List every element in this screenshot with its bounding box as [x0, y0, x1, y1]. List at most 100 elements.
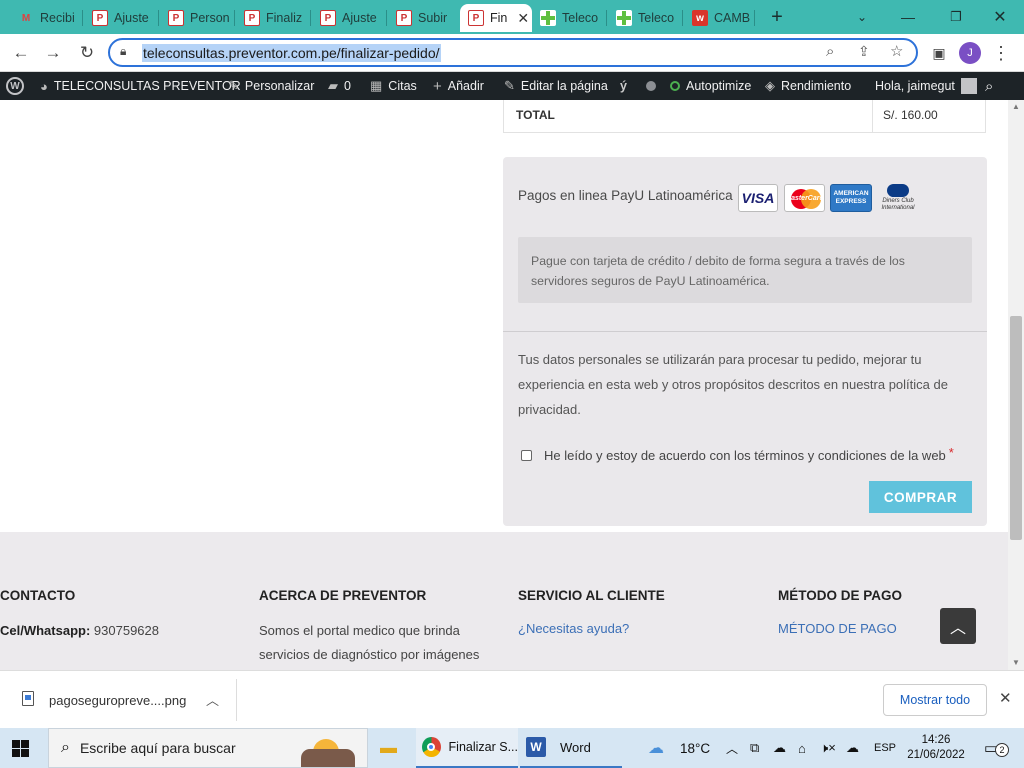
rocket-icon: ◈ — [765, 78, 775, 93]
tab-preventor-3[interactable]: P Finaliz — [236, 4, 308, 32]
browser-toolbar: ← → ↻ 🔒︎ teleconsultas.preventor.com.pe/… — [0, 34, 1024, 72]
tab-camb[interactable]: w CAMB — [684, 4, 750, 32]
payment-method-title[interactable]: Pagos en linea PayU Latinoamérica — [518, 188, 733, 203]
back-icon[interactable]: ← — [8, 40, 34, 66]
taskbar-search-box[interactable]: ⌕ Escribe aquí para buscar — [48, 728, 368, 768]
payment-method-link[interactable]: MÉTODO DE PAGO — [778, 621, 902, 636]
tab-label: Teleco — [562, 11, 599, 25]
preventor-icon: P — [92, 10, 108, 26]
customize-link[interactable]: ✎ Personalizar — [228, 72, 314, 100]
scroll-down-arrow-icon[interactable]: ▼ — [1012, 658, 1020, 667]
tab-active-finalizar[interactable]: P Fin ✕ — [460, 4, 532, 32]
chevron-up-icon[interactable]: ︿ — [206, 690, 219, 709]
buy-button[interactable]: COMPRAR — [869, 481, 972, 513]
tab-preventor-4[interactable]: P Ajuste — [312, 4, 384, 32]
close-downloads-icon[interactable]: ✕ — [999, 689, 1012, 707]
close-window-icon[interactable]: ✕ — [988, 6, 1012, 28]
tab-label: Ajuste — [342, 11, 377, 25]
tab-gmail[interactable]: M Recibi — [10, 4, 80, 32]
new-tab-button[interactable]: + — [765, 6, 789, 28]
tab-search-icon[interactable]: ⌄ — [850, 6, 874, 28]
footer-about: ACERCA DE PREVENTOR Somos el portal medi… — [259, 588, 479, 667]
restore-icon[interactable]: ❐ — [944, 6, 968, 28]
url-text[interactable]: teleconsultas.preventor.com.pe/finalizar… — [142, 44, 441, 62]
performance-link[interactable]: ◈ Rendimiento — [765, 72, 851, 100]
close-tab-icon[interactable]: ✕ — [517, 10, 529, 27]
payment-heading: MÉTODO DE PAGO — [778, 588, 903, 603]
back-to-top-button[interactable]: ︿ — [940, 608, 976, 644]
tab-teleco-2[interactable]: Teleco — [608, 4, 680, 32]
weather-temperature[interactable]: 18°C — [680, 728, 710, 768]
network-icon[interactable]: ⌂ — [798, 728, 806, 768]
order-total-row: TOTAL S/. 160.00 — [503, 100, 986, 133]
profile-avatar[interactable]: J — [959, 42, 981, 64]
preventor-icon: P — [244, 10, 260, 26]
scrollbar-thumb[interactable] — [1010, 316, 1022, 540]
notifications-icon[interactable]: ▭ 2 — [984, 728, 1009, 768]
tab-preventor-2[interactable]: P Person — [160, 4, 232, 32]
footer-contact: CONTACTO Cel/Whatsapp: 930759628 — [0, 588, 159, 643]
lock-icon[interactable]: 🔒︎ — [120, 44, 126, 59]
preventor-icon: P — [396, 10, 412, 26]
language-indicator[interactable]: ESP — [874, 728, 896, 768]
word-window-label: Word — [560, 739, 591, 755]
side-panel-icon[interactable]: ▣ — [926, 40, 952, 66]
terms-checkbox[interactable] — [521, 450, 532, 461]
diners-club-icon: Diners Club International — [878, 184, 918, 212]
taskbar-word-app[interactable]: W Word — [520, 728, 622, 768]
zoom-icon[interactable]: ⌕ — [826, 43, 834, 60]
clock[interactable]: 14:26 21/06/2022 — [906, 728, 966, 768]
site-name-link[interactable]: ◕ TELECONSULTAS PREVENTOR — [40, 72, 241, 100]
meet-now-icon[interactable]: ⧉ — [750, 728, 759, 768]
menu-kebab-icon[interactable]: ⋮ — [988, 40, 1014, 66]
tab-label: Ajuste — [114, 11, 149, 25]
footer-service: SERVICIO AL CLIENTE ¿Necesitas ayuda? — [518, 588, 665, 636]
wp-admin-bar: W ◕ TELECONSULTAS PREVENTOR ✎ Personaliz… — [0, 72, 1024, 100]
admin-search-icon[interactable]: ⌕ — [985, 72, 993, 100]
clock-date: 21/06/2022 — [907, 749, 965, 761]
appointments-link[interactable]: ▦ Citas — [370, 72, 417, 100]
divider — [236, 679, 237, 721]
forward-icon[interactable]: → — [40, 40, 66, 66]
autoptimize-link[interactable]: Autoptimize — [670, 72, 751, 100]
required-mark: * — [948, 445, 954, 460]
share-icon[interactable]: ⇪ — [858, 43, 870, 60]
chrome-window-label: Finalizar S... — [448, 740, 518, 754]
plus-icon: + — [433, 77, 442, 95]
preventor-icon: P — [168, 10, 184, 26]
tab-preventor-5[interactable]: P Subir — [388, 4, 456, 32]
reload-icon[interactable]: ↻ — [74, 40, 100, 66]
terms-label[interactable]: He leído y estoy de acuerdo con los térm… — [544, 448, 946, 463]
tab-preventor-1[interactable]: P Ajuste — [84, 4, 156, 32]
help-link[interactable]: ¿Necesitas ayuda? — [518, 621, 665, 636]
about-text-line-2: servicios de diagnóstico por imágenes — [259, 647, 480, 662]
sync-cloud-icon[interactable]: ☁ — [846, 728, 859, 768]
yoast-icon[interactable]: ý — [620, 72, 627, 100]
bookmark-star-icon[interactable]: ☆ — [890, 42, 903, 60]
status-dot-icon[interactable] — [646, 72, 656, 100]
speaker-muted-icon[interactable]: 🕨︎× — [820, 728, 836, 768]
onedrive-cloud-icon[interactable]: ☁ — [773, 728, 786, 768]
weather-cloud-icon[interactable]: ☁ — [648, 728, 664, 768]
page-scrollbar[interactable]: ▲ ▼ — [1008, 100, 1024, 670]
minimize-icon[interactable]: — — [896, 6, 920, 28]
comment-bubble-icon: ▰ — [328, 78, 338, 93]
windows-start-icon[interactable] — [12, 728, 29, 768]
edit-page-link[interactable]: ✎ Editar la página — [504, 72, 608, 100]
pencil-icon: ✎ — [504, 78, 515, 93]
comments-link[interactable]: ▰ 0 — [328, 72, 351, 100]
total-label: TOTAL — [516, 108, 555, 122]
address-bar[interactable]: 🔒︎ teleconsultas.preventor.com.pe/finali… — [108, 38, 918, 67]
taskbar-chrome-app[interactable]: Finalizar S... — [416, 728, 518, 768]
scroll-up-arrow-icon[interactable]: ▲ — [1012, 102, 1020, 111]
download-file-name[interactable]: pagoseguropreve....png — [49, 693, 186, 708]
file-explorer-icon[interactable]: ▬ — [380, 728, 397, 768]
add-new-link[interactable]: + Añadir — [433, 72, 484, 100]
user-avatar-icon — [960, 78, 977, 94]
wordpress-logo-icon[interactable]: W — [6, 72, 24, 100]
user-greeting-link[interactable]: Hola, jaimegut — [875, 72, 977, 100]
show-all-button[interactable]: Mostrar todo — [883, 684, 987, 716]
tab-teleco-1[interactable]: Teleco — [532, 4, 604, 32]
privacy-notice: Tus datos personales se utilizarán para … — [518, 352, 948, 417]
tray-chevron-icon[interactable]: ︿ — [726, 728, 738, 768]
